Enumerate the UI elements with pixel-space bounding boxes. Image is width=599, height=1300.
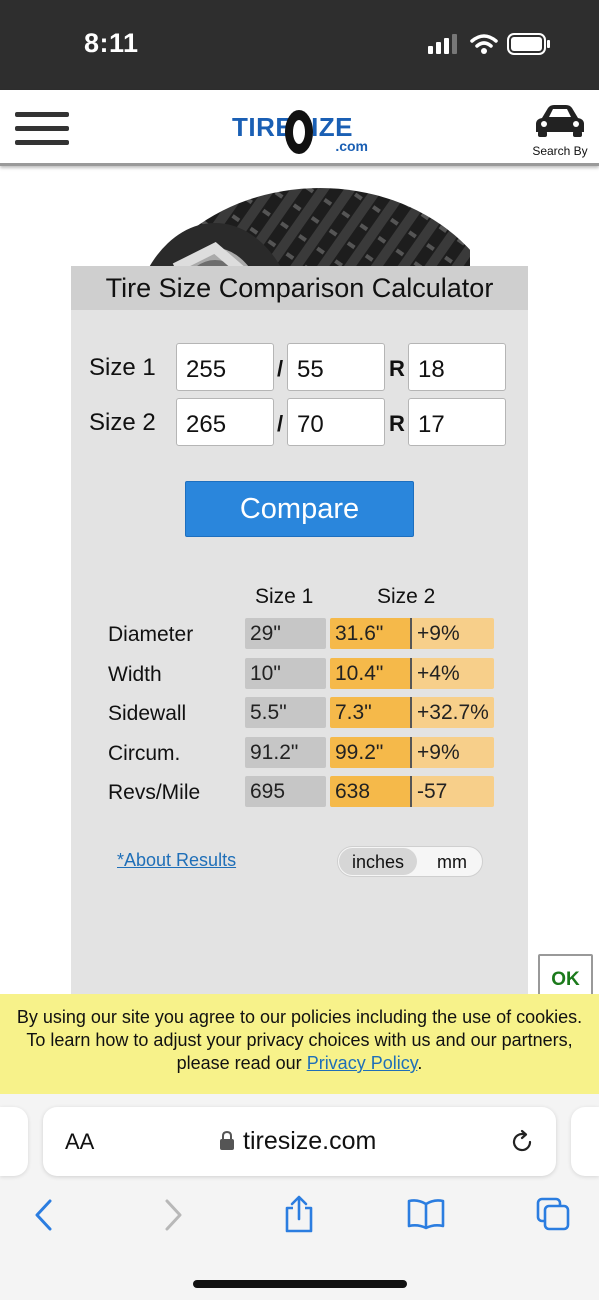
size1-aspect-input[interactable]: 55 [287,343,385,391]
lock-icon [220,1131,234,1150]
logo-domain-suffix: .com [335,138,368,154]
cookie-line-1: By using our site you agree to our polic… [16,1007,583,1027]
size2-value: 638 [330,776,412,807]
difference-value: +32.7% [412,697,494,728]
share-icon[interactable] [283,1194,315,1234]
bookmarks-icon[interactable] [406,1198,446,1230]
cellular-signal-icon [428,34,457,54]
car-icon [536,105,584,137]
results-col-size1: Size 1 [255,585,314,608]
unit-toggle[interactable]: inches mm [337,846,483,877]
unit-inches-option[interactable]: inches [339,848,417,875]
cookie-line-3-suffix: . [417,1053,423,1073]
results-col-size2: Size 2 [377,585,436,608]
size2-value: 99.2" [330,737,412,768]
calculator-title: Tire Size Comparison Calculator [105,273,494,303]
size1-value: 29" [245,618,326,649]
forward-icon[interactable] [161,1198,185,1232]
previous-tab-edge[interactable] [0,1107,28,1176]
size1-label: Size 1 [89,354,156,381]
search-by-vehicle-button[interactable]: Search By [525,104,595,158]
cookie-banner: By using our site you agree to our polic… [0,994,599,1094]
reload-icon[interactable] [509,1129,535,1155]
privacy-policy-link[interactable]: Privacy Policy [307,1053,418,1073]
size1-value: 10" [245,658,326,689]
cookie-line-3-prefix: please read our [176,1053,307,1073]
row-label: Revs/Mile [108,781,201,804]
compare-button[interactable]: Compare [185,481,414,537]
size2-rim-input[interactable]: 17 [408,398,506,446]
cookie-line-2: To learn how to adjust your privacy choi… [26,1030,573,1050]
row-label: Circum. [108,742,181,765]
tire-logo-icon [285,110,313,154]
size2-r-label: R [389,411,405,436]
size2-value: 7.3" [330,697,412,728]
back-icon[interactable] [32,1198,56,1232]
size2-aspect-input[interactable]: 70 [287,398,385,446]
size2-label: Size 2 [89,409,156,436]
tiresize-logo[interactable]: TIRESIZE .com [232,110,370,156]
url-domain: tiresize.com [243,1127,377,1155]
row-label: Diameter [108,623,194,646]
next-tab-edge[interactable] [571,1107,599,1176]
difference-value: +4% [412,658,494,689]
size1-width-input[interactable]: 255 [176,343,274,391]
search-by-label: Search By [532,144,588,158]
size2-width-input[interactable]: 265 [176,398,274,446]
wifi-icon [470,34,498,54]
status-time: 8:11 [84,28,139,58]
size1-r-label: R [389,356,405,381]
size1-slash: / [277,356,284,381]
row-label: Width [108,663,162,686]
size2-slash: / [277,411,284,436]
size1-value: 695 [245,776,326,807]
tabs-icon[interactable] [535,1196,571,1232]
cookie-line-3: please read our Privacy Policy. [0,1052,599,1075]
hamburger-menu-icon[interactable] [10,108,74,150]
battery-icon [507,33,550,55]
row-label: Sidewall [108,702,187,725]
size1-value: 91.2" [245,737,326,768]
address-bar[interactable]: AA tiresize.com [43,1107,556,1176]
difference-value: +9% [412,618,494,649]
size1-rim-input[interactable]: 18 [408,343,506,391]
size2-value: 10.4" [330,658,412,689]
reader-text-size-button[interactable]: AA [65,1129,94,1155]
size2-value: 31.6" [330,618,412,649]
difference-value: -57 [412,776,494,807]
home-indicator [193,1280,407,1288]
about-results-link[interactable]: *About Results [117,850,236,871]
status-bar: 8:11 [0,0,599,90]
unit-mm-option[interactable]: mm [424,848,480,875]
size1-value: 5.5" [245,697,326,728]
calculator-title-bar: Tire Size Comparison Calculator [71,266,528,310]
difference-value: +9% [412,737,494,768]
